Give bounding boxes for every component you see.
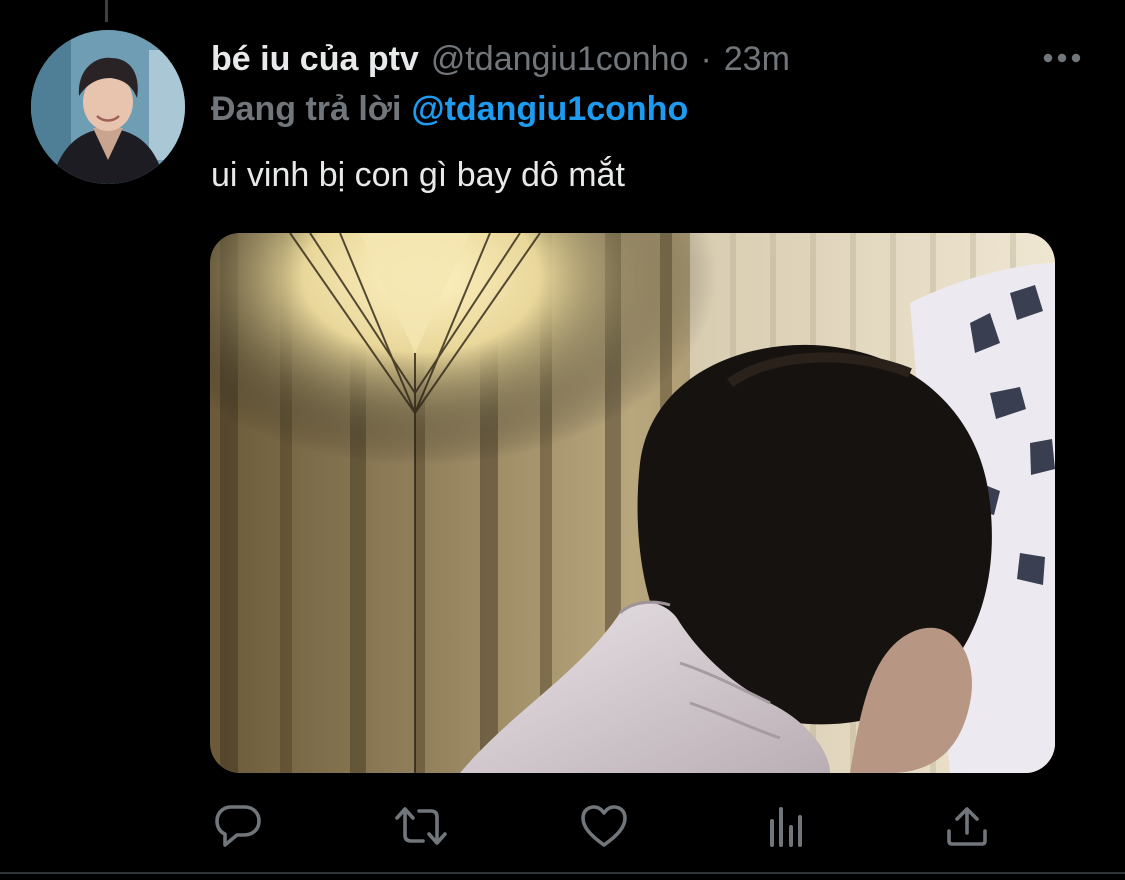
avatar[interactable] <box>31 30 185 184</box>
tweet-text: ui vinh bị con gì bay dô mắt <box>211 156 625 194</box>
tweet-header: bé iu của ptv @tdangiu1conho · 23m <box>211 36 790 82</box>
reply-bubble-icon <box>215 805 261 847</box>
timestamp[interactable]: 23m <box>724 36 790 82</box>
replying-to-label: Đang trả lời <box>211 90 402 128</box>
tweet-divider <box>0 872 1125 874</box>
analytics-bars-icon <box>770 807 802 847</box>
thread-connector-line <box>105 0 108 22</box>
media-photo <box>210 233 1055 773</box>
more-options-button[interactable] <box>1040 44 1084 72</box>
avatar-photo <box>31 30 185 184</box>
replying-to-mention[interactable]: @tdangiu1conho <box>411 90 688 128</box>
share-button[interactable] <box>939 800 995 852</box>
retweet-icon <box>395 807 447 845</box>
separator-dot: · <box>700 40 712 78</box>
heart-icon <box>581 805 627 847</box>
display-name[interactable]: bé iu của ptv <box>211 36 419 82</box>
tweet-media-image[interactable] <box>210 233 1055 773</box>
like-button[interactable] <box>576 800 632 852</box>
analytics-button[interactable] <box>758 800 814 852</box>
user-handle[interactable]: @tdangiu1conho <box>431 36 689 82</box>
retweet-button[interactable] <box>393 800 449 852</box>
share-upload-icon <box>947 807 987 846</box>
tweet-actions-bar <box>210 800 1010 852</box>
replying-to: Đang trả lời @tdangiu1conho <box>211 86 688 132</box>
more-horizontal-icon <box>1043 53 1081 63</box>
reply-button[interactable] <box>210 800 266 852</box>
